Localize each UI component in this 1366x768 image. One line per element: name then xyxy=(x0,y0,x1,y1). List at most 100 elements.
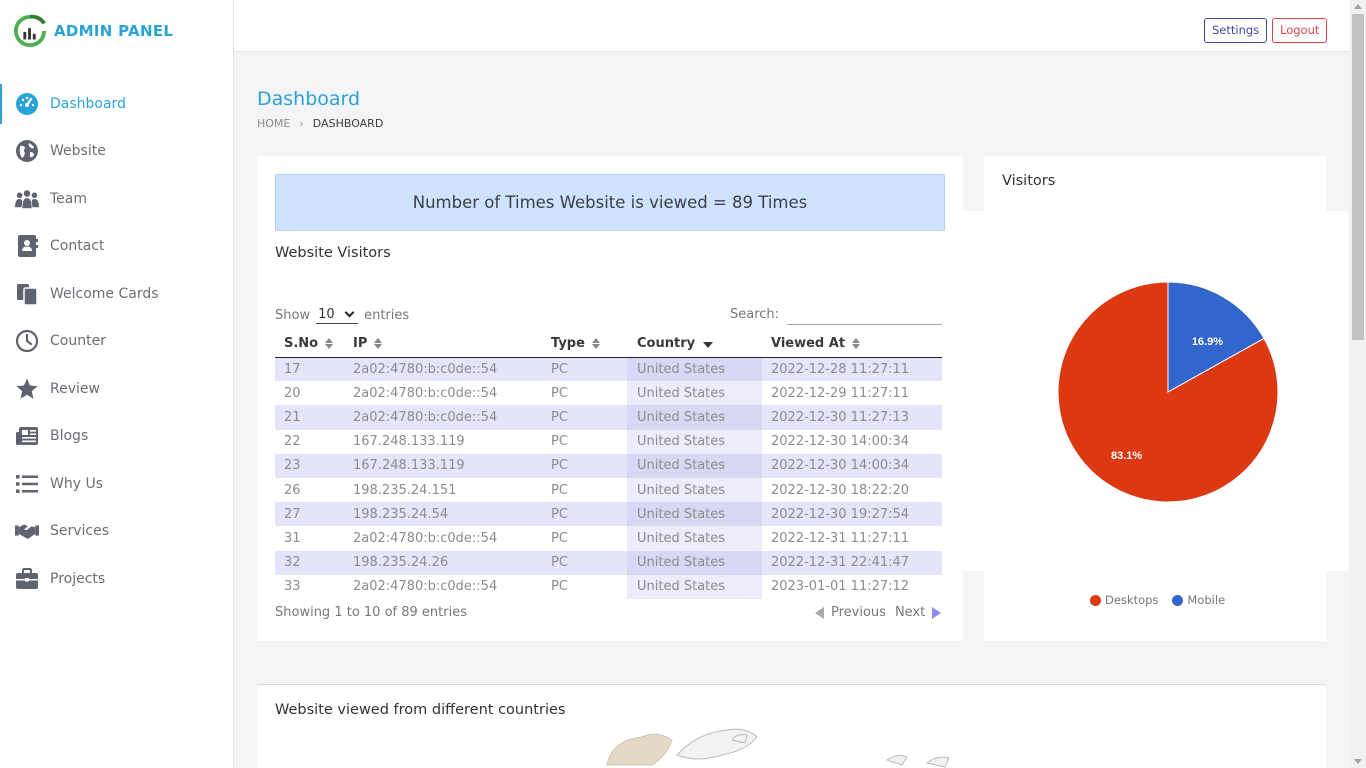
pie-slice-label: 83.1% xyxy=(1111,450,1142,462)
table-row[interactable]: 20 2a02:4780:b:c0de::54 PC United States 202… xyxy=(275,381,942,406)
cell-type: PC xyxy=(551,385,568,401)
column-header-label: Country xyxy=(637,336,696,352)
page-length-select[interactable]: 10 xyxy=(316,306,359,324)
cell-type: PC xyxy=(551,434,568,450)
cell-ip: 2a02:4780:b:c0de::54 xyxy=(353,385,498,401)
chart-legend: Desktops Mobile xyxy=(1090,593,1239,607)
cell-sno: 20 xyxy=(284,385,301,401)
table-row[interactable]: 27 198.235.24.54 PC United States 2022-12-30… xyxy=(275,502,942,527)
table-row[interactable]: 31 2a02:4780:b:c0de::54 PC United States 202… xyxy=(275,526,942,551)
table-row[interactable]: 17 2a02:4780:b:c0de::54 PC United States 202… xyxy=(275,357,942,382)
sidebar-item-projects[interactable]: Projects xyxy=(0,555,233,603)
cell-country: United States xyxy=(627,550,762,575)
page-title: Dashboard xyxy=(257,88,361,110)
settings-button[interactable]: Settings xyxy=(1204,18,1268,43)
sidebar-item-review[interactable]: Review xyxy=(0,365,233,413)
sidebar-item-website[interactable]: Website xyxy=(0,128,233,176)
logout-button[interactable]: Logout xyxy=(1272,18,1328,43)
cell-viewed-at: 2022-12-31 11:27:11 xyxy=(771,530,910,546)
cell-type: PC xyxy=(551,357,627,382)
brand-name: ADMIN PANEL xyxy=(54,22,174,40)
scroll-up-arrow-icon[interactable] xyxy=(1354,4,1362,9)
table-row[interactable]: 21 2a02:4780:b:c0de::54 PC United States 202… xyxy=(275,405,942,430)
legend-item-desktops[interactable]: Desktops xyxy=(1090,593,1158,607)
cell-viewed-at: 2022-12-28 11:27:11 xyxy=(762,357,942,382)
sidebar-item-why-us[interactable]: Why Us xyxy=(0,460,233,508)
next-page-button[interactable]: Next xyxy=(894,605,942,620)
search-input[interactable] xyxy=(787,306,942,325)
column-header-type[interactable]: Type xyxy=(551,331,627,358)
previous-arrow-icon xyxy=(815,606,824,619)
sidebar-item-label: Team xyxy=(50,190,88,207)
table-row[interactable]: 26 198.235.24.151 PC United States 2022-12-3… xyxy=(275,477,942,503)
website-visitors-title: Website Visitors xyxy=(275,245,391,261)
next-label: Next xyxy=(894,605,926,620)
entries-label: entries xyxy=(364,307,410,323)
cell-viewed-at: 2022-12-30 19:27:54 xyxy=(762,502,942,527)
cell-ip: 198.235.24.151 xyxy=(353,482,457,498)
cell-country: United States xyxy=(627,574,762,599)
breadcrumb-home-link[interactable]: HOME xyxy=(257,117,290,130)
column-header-sno[interactable]: S.No xyxy=(275,331,353,358)
cell-ip: 2a02:4780:b:c0de::54 xyxy=(353,579,498,595)
sidebar-item-label: Projects xyxy=(50,570,106,587)
table-header-row: S.No IP Type Country Viewed At xyxy=(275,331,942,358)
sidebar-item-label: Review xyxy=(50,380,100,397)
page-scrollbar[interactable] xyxy=(1350,0,1366,768)
cell-sno: 31 xyxy=(284,530,301,546)
sidebar-item-welcome-cards[interactable]: Welcome Cards xyxy=(0,270,233,318)
column-header-ip[interactable]: IP xyxy=(353,331,551,358)
chevron-down-icon xyxy=(344,307,355,318)
breadcrumb-current: DASHBOARD xyxy=(312,117,384,130)
handshake-icon xyxy=(15,519,39,543)
countries-section-title: Website viewed from different countries xyxy=(275,702,566,718)
cell-type: PC xyxy=(551,579,568,595)
cell-ip: 2a02:4780:b:c0de::54 xyxy=(353,357,551,382)
visitors-chart-card: Visitors 16.9% 83.1% Desktops Mobile xyxy=(963,156,1348,641)
globe-icon xyxy=(15,139,39,163)
sidebar-item-contact[interactable]: Contact xyxy=(0,223,233,271)
visitors-chart-title: Visitors xyxy=(1002,173,1056,189)
pagination: Previous Next xyxy=(815,605,942,620)
cell-viewed-at: 2022-12-29 11:27:11 xyxy=(771,385,910,401)
cell-type: PC xyxy=(551,530,568,546)
sort-descending-icon xyxy=(703,342,714,349)
world-map xyxy=(606,728,950,768)
legend-item-mobile[interactable]: Mobile xyxy=(1172,593,1225,607)
sidebar-item-services[interactable]: Services xyxy=(0,508,233,556)
cell-type: PC xyxy=(551,482,568,498)
sidebar-item-team[interactable]: Team xyxy=(0,175,233,223)
sidebar-item-label: Contact xyxy=(50,238,105,255)
cell-ip: 2a02:4780:b:c0de::54 xyxy=(353,405,551,430)
contact-book-icon xyxy=(15,234,39,258)
legend-dot-icon xyxy=(1172,594,1184,606)
sidebar-item-counter[interactable]: Counter xyxy=(0,318,233,366)
column-header-label: IP xyxy=(353,336,368,352)
sidebar-item-label: Website xyxy=(50,143,106,160)
cell-sno: 23 xyxy=(275,453,353,478)
table-row[interactable]: 23 167.248.133.119 PC United States 2022-12-… xyxy=(275,453,942,478)
cell-sno: 33 xyxy=(284,579,301,595)
column-header-country[interactable]: Country xyxy=(627,331,762,358)
cards-icon xyxy=(15,282,39,306)
scrollbar-thumb[interactable] xyxy=(1352,14,1364,340)
sidebar-item-blogs[interactable]: Blogs xyxy=(0,413,233,461)
legend-label: Desktops xyxy=(1105,593,1159,607)
column-header-viewed-at[interactable]: Viewed At xyxy=(762,331,942,358)
brand[interactable]: ADMIN PANEL xyxy=(13,13,173,49)
sidebar-item-label: Counter xyxy=(50,333,106,350)
table-row[interactable]: 22 167.248.133.119 PC United States 2022-12-… xyxy=(275,429,942,454)
topbar: Settings Logout xyxy=(234,0,1350,52)
table-row[interactable]: 32 198.235.24.26 PC United States 2022-12-31… xyxy=(275,550,942,575)
scroll-down-arrow-icon[interactable] xyxy=(1354,759,1362,764)
sidebar: ADMIN PANEL Dashboard Website Team Conta… xyxy=(0,0,234,768)
cell-sno: 22 xyxy=(284,434,301,450)
cell-sno: 17 xyxy=(275,357,353,382)
cell-type: PC xyxy=(551,405,627,430)
previous-page-button[interactable]: Previous xyxy=(815,605,886,620)
sort-icon xyxy=(374,338,383,350)
cell-sno: 21 xyxy=(275,405,353,430)
table-row[interactable]: 33 2a02:4780:b:c0de::54 PC United States 202… xyxy=(275,574,942,599)
sidebar-item-dashboard[interactable]: Dashboard xyxy=(0,80,233,128)
column-header-label: Viewed At xyxy=(771,336,846,352)
